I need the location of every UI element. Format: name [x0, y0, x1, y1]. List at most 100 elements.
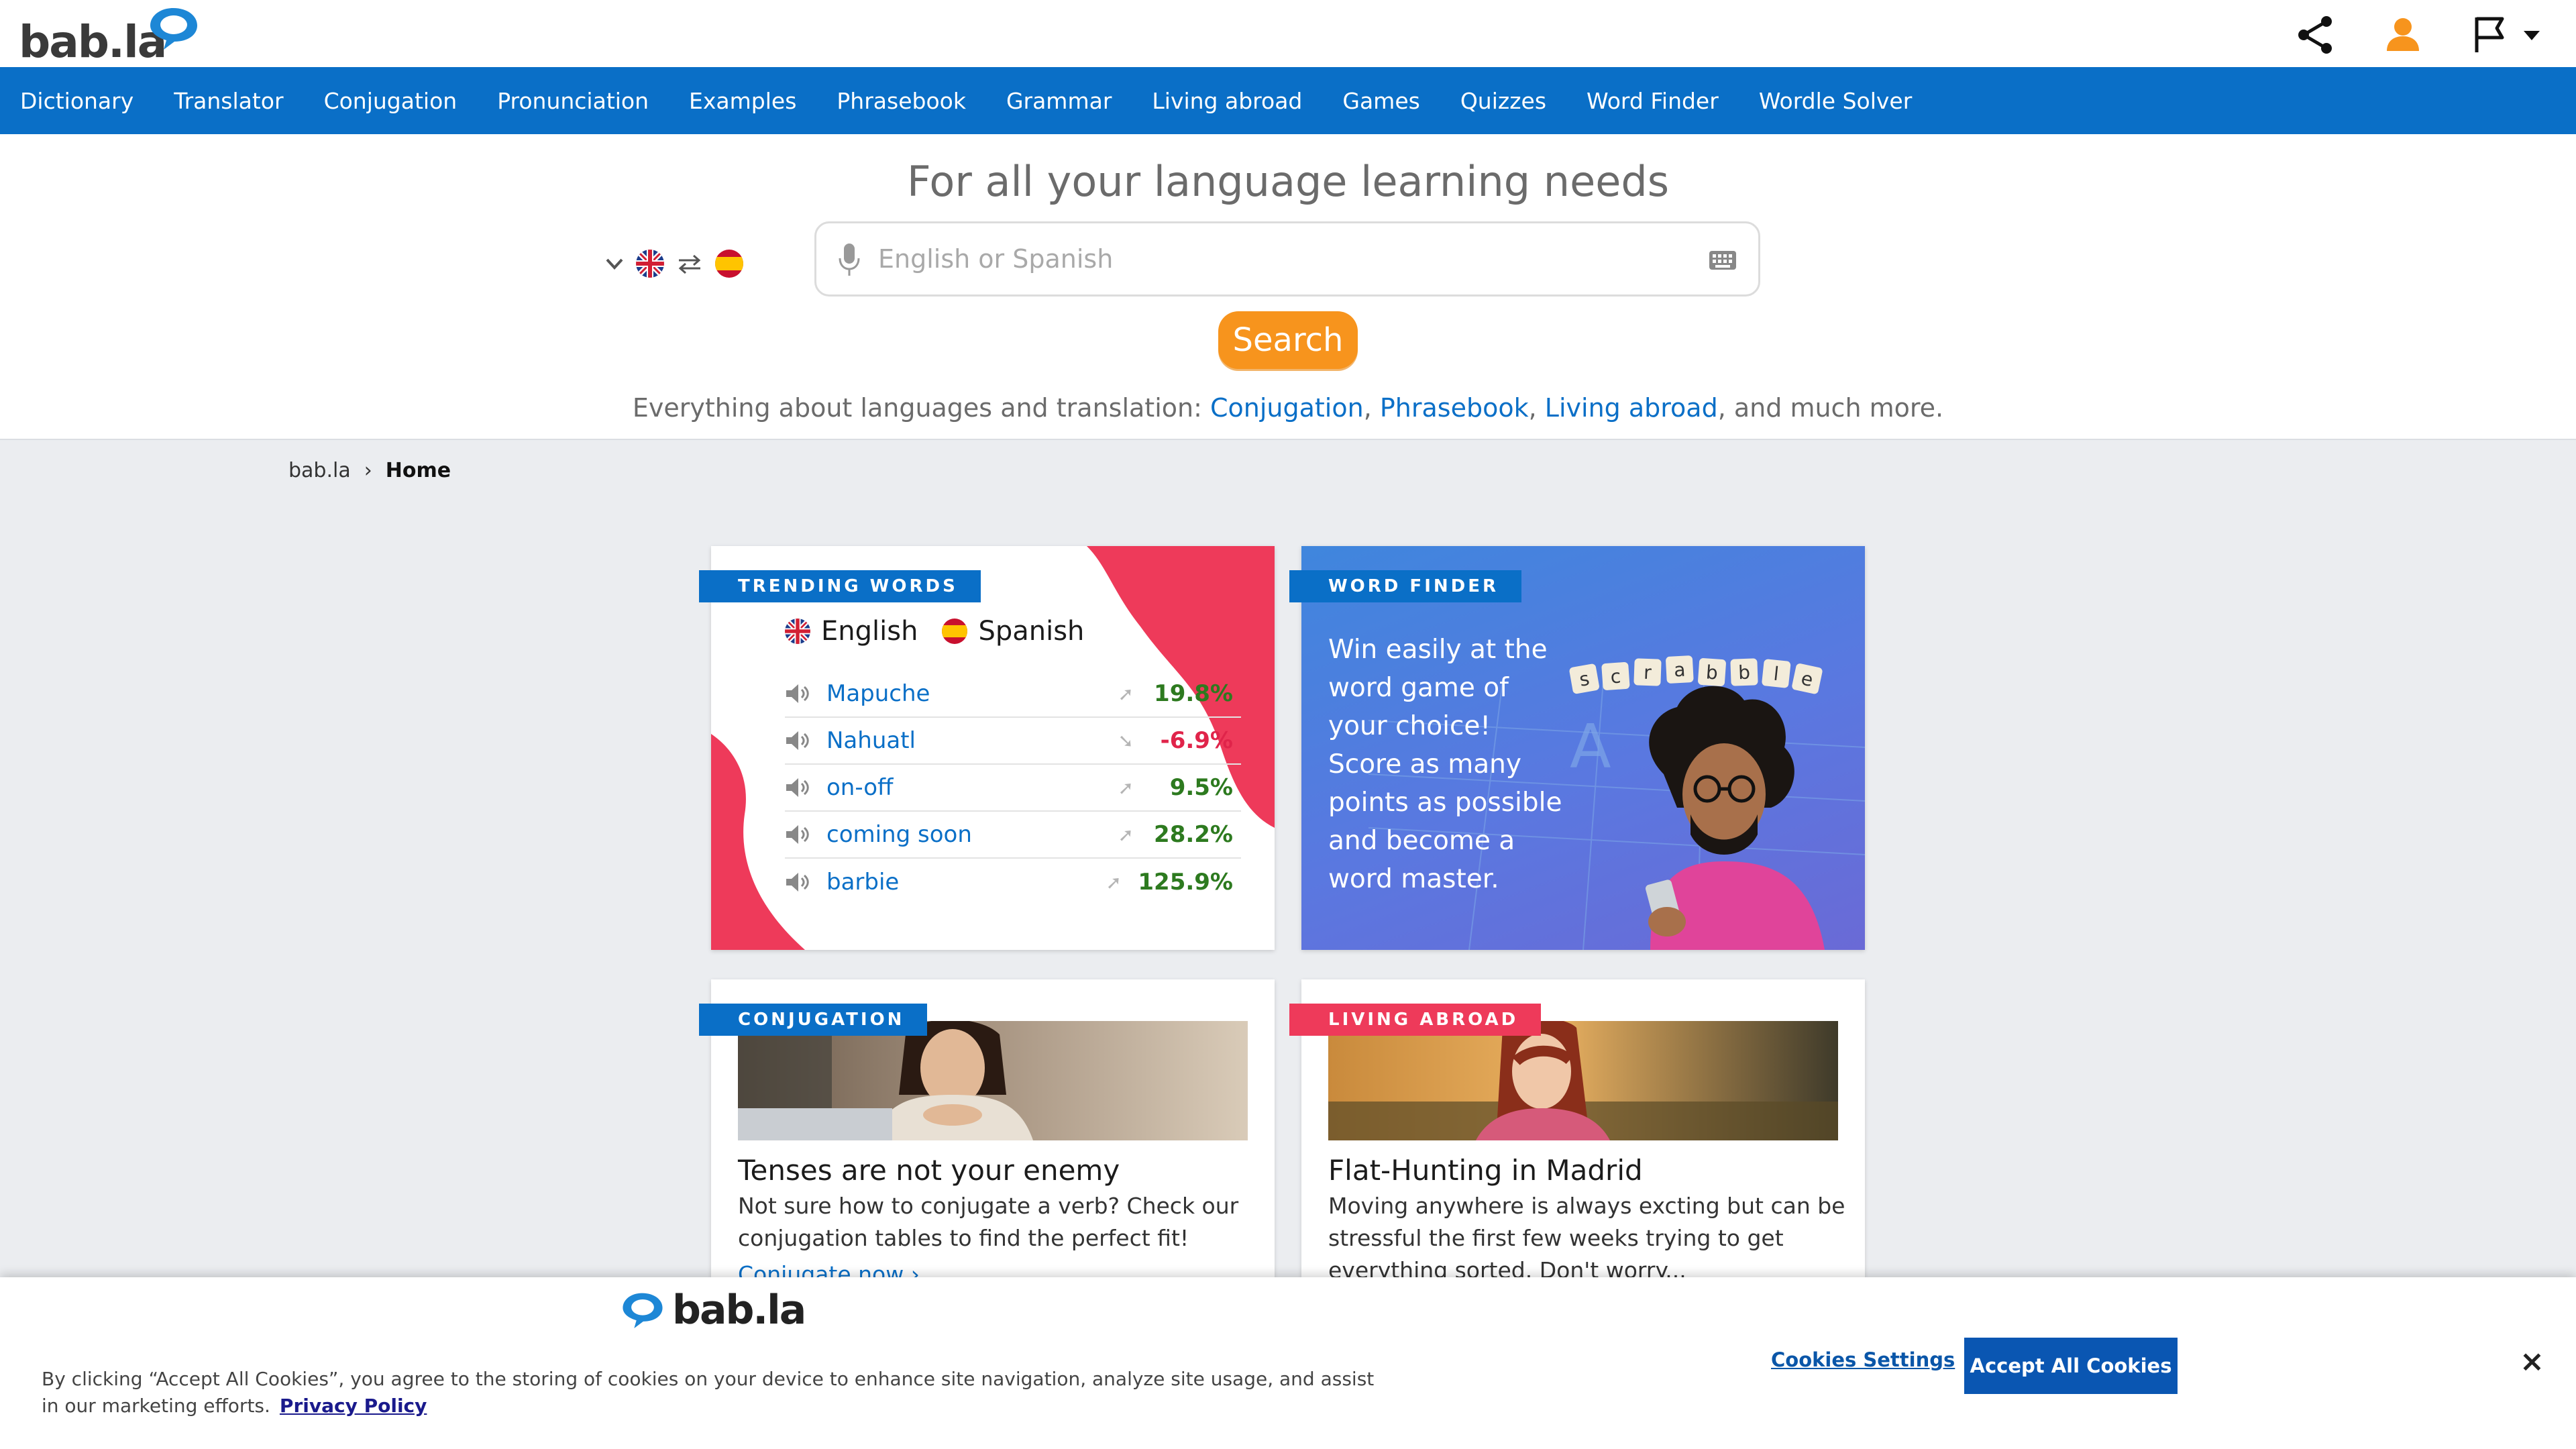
speech-bubble-icon — [150, 8, 197, 50]
trending-word[interactable]: barbie — [826, 869, 899, 896]
speaker-icon[interactable] — [785, 871, 810, 893]
trending-change: -6.9% — [1160, 727, 1233, 754]
scrabble-tile: s — [1568, 663, 1600, 695]
nav-quizzes[interactable]: Quizzes — [1460, 88, 1546, 114]
trending-change: 125.9% — [1138, 869, 1233, 896]
subtitle-link-phrasebook[interactable]: Phrasebook — [1380, 393, 1529, 423]
search-box — [814, 221, 1760, 297]
subtitle-link-conjugation[interactable]: Conjugation — [1210, 393, 1364, 423]
close-icon[interactable]: × — [2520, 1344, 2544, 1379]
uk-flag-icon — [785, 619, 810, 644]
chevron-down-icon[interactable] — [605, 257, 624, 270]
cookie-banner-logo: bab.la — [617, 1287, 806, 1334]
keyboard-icon[interactable] — [1709, 250, 1737, 270]
nav-living-abroad[interactable]: Living abroad — [1152, 88, 1302, 114]
trending-word[interactable]: on-off — [826, 774, 893, 801]
scrabble-tile: c — [1601, 661, 1630, 691]
speaker-icon[interactable] — [785, 730, 810, 751]
nav-grammar[interactable]: Grammar — [1006, 88, 1112, 114]
spain-flag-icon — [942, 619, 968, 644]
word-finder-text: Win easily at the word game of your choi… — [1328, 635, 1562, 894]
nav-pronunciation[interactable]: Pronunciation — [497, 88, 649, 114]
svg-text:A: A — [1570, 712, 1611, 782]
list-item[interactable]: Mapuche ➚ 19.8% — [785, 671, 1241, 718]
list-item[interactable]: coming soon ➚ 28.2% — [785, 812, 1241, 859]
conjugation-tag: CONJUGATION — [699, 1004, 928, 1036]
scrabble-tile: r — [1633, 658, 1662, 686]
trending-word[interactable]: coming soon — [826, 821, 972, 848]
trending-change: 9.5% — [1169, 774, 1233, 801]
swap-arrows-icon[interactable] — [676, 254, 703, 274]
trending-word[interactable]: Mapuche — [826, 680, 930, 707]
conjugation-title: Tenses are not your enemy — [738, 1154, 1120, 1187]
babla-logo[interactable]: bab.la — [19, 4, 197, 68]
nav-phrasebook[interactable]: Phrasebook — [837, 88, 966, 114]
living-abroad-title: Flat-Hunting in Madrid — [1328, 1154, 1643, 1187]
subtitle-link-living-abroad[interactable]: Living abroad — [1545, 393, 1718, 423]
scrabble-tiles: s c r a b b l e — [1568, 655, 1823, 695]
speaker-icon[interactable] — [785, 824, 810, 845]
living-abroad-photo — [1328, 1021, 1838, 1140]
trending-lang-a: English — [821, 616, 918, 647]
living-abroad-tag: LIVING ABROAD — [1289, 1004, 1542, 1036]
trending-change: 19.8% — [1154, 680, 1233, 707]
privacy-policy-link[interactable]: Privacy Policy — [280, 1395, 427, 1417]
trending-lang-b: Spanish — [978, 616, 1085, 647]
language-pair-selector[interactable] — [605, 240, 753, 287]
trend-up-arrow-icon: ➚ — [1118, 682, 1134, 705]
trending-change: 28.2% — [1154, 821, 1233, 848]
breadcrumb-root[interactable]: bab.la — [288, 459, 351, 482]
subtitle-prefix: Everything about languages and translati… — [632, 393, 1202, 423]
cookies-settings-button[interactable]: Cookies Settings — [1771, 1348, 1955, 1371]
conjugation-photo — [738, 1021, 1248, 1140]
speaker-icon[interactable] — [785, 777, 810, 798]
share-icon[interactable] — [2297, 15, 2334, 55]
language-pair-header: English Spanish — [785, 616, 1084, 647]
word-finder-tag: WORD FINDER — [1289, 570, 1521, 602]
scrabble-tile: b — [1697, 657, 1727, 687]
search-input[interactable] — [878, 235, 1670, 282]
list-item[interactable]: Nahuatl ➘ -6.9% — [785, 718, 1241, 765]
list-item[interactable]: barbie ➚ 125.9% — [785, 859, 1241, 906]
search-button[interactable]: Search — [1218, 311, 1358, 369]
hero-section: For all your language learning needs Eng… — [0, 134, 2576, 440]
language-flag-icon[interactable] — [2473, 15, 2510, 54]
main-nav: Dictionary Translator Conjugation Pronun… — [0, 67, 2576, 134]
nav-games[interactable]: Games — [1342, 88, 1419, 114]
conjugate-now-link[interactable]: Conjugate now › — [738, 1261, 920, 1277]
scrabble-tile: l — [1761, 659, 1791, 688]
cookie-text: By clicking “Accept All Cookies”, you ag… — [42, 1366, 1383, 1419]
list-item[interactable]: on-off ➚ 9.5% — [785, 765, 1241, 812]
trending-word[interactable]: Nahuatl — [826, 727, 916, 754]
hero-subtitle: Everything about languages and translati… — [632, 393, 1944, 423]
user-account-icon[interactable] — [2385, 17, 2420, 51]
trend-down-arrow-icon: ➘ — [1118, 729, 1134, 752]
uk-flag-icon — [636, 250, 664, 278]
chevron-down-icon[interactable] — [2522, 30, 2541, 42]
trending-words-tag: TRENDING WORDS — [699, 570, 981, 602]
speaker-icon[interactable] — [785, 683, 810, 704]
breadcrumb: bab.la › Home — [288, 459, 451, 482]
trend-up-arrow-icon: ➚ — [1118, 823, 1134, 846]
breadcrumb-current: Home — [385, 459, 451, 482]
scrabble-tile: a — [1665, 655, 1694, 684]
cookie-banner: bab.la By clicking “Accept All Cookies”,… — [0, 1277, 2576, 1449]
nav-conjugation[interactable]: Conjugation — [324, 88, 458, 114]
trend-up-arrow-icon: ➚ — [1106, 871, 1122, 894]
trend-up-arrow-icon: ➚ — [1118, 776, 1134, 799]
accept-all-cookies-button[interactable]: Accept All Cookies — [1964, 1338, 2178, 1394]
subtitle-suffix: , and much more. — [1717, 393, 1944, 423]
word-finder-card[interactable]: A s c r a b b l e Win easily at the word… — [1301, 546, 1865, 950]
nav-dictionary[interactable]: Dictionary — [20, 88, 133, 114]
cookie-logo-text: bab.la — [672, 1287, 806, 1334]
nav-word-finder[interactable]: Word Finder — [1587, 88, 1719, 114]
scrabble-tile: e — [1791, 663, 1823, 695]
speech-bubble-icon — [623, 1293, 663, 1329]
nav-wordle-solver[interactable]: Wordle Solver — [1759, 88, 1913, 114]
nav-translator[interactable]: Translator — [174, 88, 283, 114]
microphone-icon[interactable] — [838, 242, 861, 277]
conjugation-text: Not sure how to conjugate a verb? Check … — [738, 1193, 1239, 1251]
scrabble-tile: b — [1730, 658, 1758, 686]
nav-examples[interactable]: Examples — [689, 88, 796, 114]
breadcrumb-separator: › — [364, 459, 372, 482]
